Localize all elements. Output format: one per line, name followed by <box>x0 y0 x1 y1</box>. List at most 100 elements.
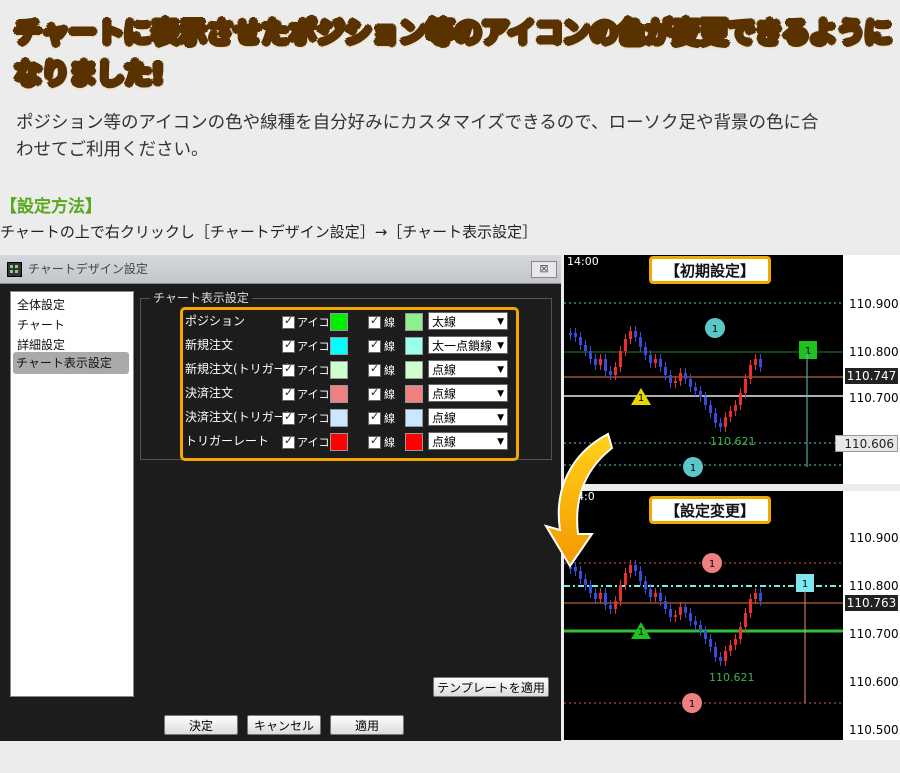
low-price-label: 110.621 <box>710 435 756 448</box>
tree-item-chart[interactable]: チャート <box>17 316 65 333</box>
candle-body <box>584 345 587 351</box>
candle-body <box>639 571 642 581</box>
line-style-select[interactable]: 点線 ▼ <box>428 384 508 402</box>
candle-body <box>724 417 727 427</box>
candle-body <box>599 359 602 365</box>
settings-tree: 全体設定 チャート 詳細設定 チャート表示設定 <box>10 291 134 697</box>
apply-template-button[interactable]: テンプレートを適用 <box>433 677 549 697</box>
svg-text:1: 1 <box>638 393 644 404</box>
setting-row: 新規注文(トリガー)アイコン線点線▼ <box>185 360 515 382</box>
candle-body <box>589 351 592 359</box>
candle-body <box>609 605 612 609</box>
setting-row-label: トリガーレート <box>185 434 270 448</box>
line-color-swatch[interactable] <box>405 433 423 451</box>
candle-body <box>629 565 632 573</box>
line-color-swatch[interactable] <box>405 313 423 331</box>
setting-row-label: 決済注文 <box>185 386 234 400</box>
line-style-select[interactable]: 太線 ▼ <box>428 312 508 330</box>
candle-body <box>634 565 637 571</box>
icon-checkbox[interactable] <box>282 410 295 425</box>
line-style-value: 点線 <box>432 387 457 401</box>
candle-body <box>739 393 742 405</box>
tree-item-general[interactable]: 全体設定 <box>17 296 65 313</box>
line-checkbox-label: 線 <box>384 364 395 377</box>
candle-body <box>659 359 662 367</box>
line-checkbox[interactable] <box>368 410 381 425</box>
candle-body <box>619 351 622 367</box>
candle-body <box>649 589 652 597</box>
candle-body <box>634 331 637 337</box>
apply-button[interactable]: 適用 <box>330 715 404 735</box>
ok-button[interactable]: 決定 <box>164 715 238 735</box>
line-style-value: 点線 <box>432 411 457 425</box>
candle-body <box>654 359 657 363</box>
svg-text:1: 1 <box>690 463 696 474</box>
method-text: チャートの上で右クリックし［チャートデザイン設定］→［チャート表示設定］ <box>0 223 538 241</box>
icon-color-swatch[interactable] <box>330 433 348 451</box>
line-checkbox[interactable] <box>368 434 381 449</box>
candle-body <box>654 593 657 597</box>
candle-body <box>569 333 572 335</box>
low-price-label: 110.621 <box>709 671 755 684</box>
icon-color-swatch[interactable] <box>330 409 348 427</box>
setting-row: 新規注文アイコン線太一点鎖線▼ <box>185 336 515 358</box>
tick-label: 110.800 <box>849 579 899 593</box>
new-order-marker-icon: 1 <box>702 553 722 573</box>
candle-body <box>679 607 682 615</box>
settle-order-marker-icon: 1 <box>682 693 702 713</box>
line-style-select[interactable]: 点線 ▼ <box>428 360 508 378</box>
setting-row: トリガーレートアイコン線点線▼ <box>185 432 515 454</box>
icon-checkbox[interactable] <box>282 362 295 377</box>
line-color-swatch[interactable] <box>405 337 423 355</box>
candle-body <box>669 375 672 383</box>
line-style-value: 点線 <box>432 435 457 449</box>
icon-checkbox[interactable] <box>282 338 295 353</box>
icon-color-swatch[interactable] <box>330 361 348 379</box>
icon-color-swatch[interactable] <box>330 337 348 355</box>
candle-body <box>604 359 607 371</box>
cancel-button[interactable]: キャンセル <box>247 715 321 735</box>
chevron-down-icon: ▼ <box>497 389 504 399</box>
position-marker-icon: 1 <box>796 574 814 592</box>
line-checkbox[interactable] <box>368 386 381 401</box>
candle-body <box>704 397 707 405</box>
line-checkbox[interactable] <box>368 314 381 329</box>
svg-text:1: 1 <box>689 699 695 710</box>
candle-body <box>679 373 682 381</box>
setting-row-label: ポジション <box>185 314 246 328</box>
line-style-select[interactable]: 点線 ▼ <box>428 432 508 450</box>
close-icon[interactable]: ⊠ <box>531 261 557 278</box>
line-checkbox[interactable] <box>368 362 381 377</box>
line-style-select[interactable]: 点線 ▼ <box>428 408 508 426</box>
line-color-swatch[interactable] <box>405 385 423 403</box>
candle-body <box>629 331 632 339</box>
tree-item-detail[interactable]: 詳細設定 <box>17 336 65 353</box>
line-color-swatch[interactable] <box>405 361 423 379</box>
candle-body <box>664 601 667 609</box>
line-style-select[interactable]: 太一点鎖線 ▼ <box>428 336 508 354</box>
icon-color-swatch[interactable] <box>330 385 348 403</box>
chevron-down-icon: ▼ <box>497 317 504 327</box>
line-style-value: 点線 <box>432 363 457 377</box>
svg-text:1: 1 <box>709 559 715 570</box>
tick-label: 110.700 <box>849 627 899 641</box>
icon-checkbox[interactable] <box>282 434 295 449</box>
initial-settings-label: 【初期設定】 <box>649 256 771 284</box>
candle-body <box>624 573 627 585</box>
line-color-swatch[interactable] <box>405 409 423 427</box>
candle-body <box>649 355 652 363</box>
candle-body <box>594 359 597 365</box>
candle-body <box>709 405 712 413</box>
candle-body <box>589 585 592 593</box>
candle-body <box>709 639 712 647</box>
icon-checkbox[interactable] <box>282 314 295 329</box>
candle-body <box>639 337 642 347</box>
chevron-down-icon: ▼ <box>497 341 504 351</box>
line-checkbox[interactable] <box>368 338 381 353</box>
icon-color-swatch[interactable] <box>330 313 348 331</box>
candle-body <box>689 379 692 387</box>
candle-body <box>659 593 662 601</box>
arrow-icon <box>543 432 614 568</box>
icon-checkbox[interactable] <box>282 386 295 401</box>
tree-item-chart-display[interactable]: チャート表示設定 <box>13 352 129 374</box>
